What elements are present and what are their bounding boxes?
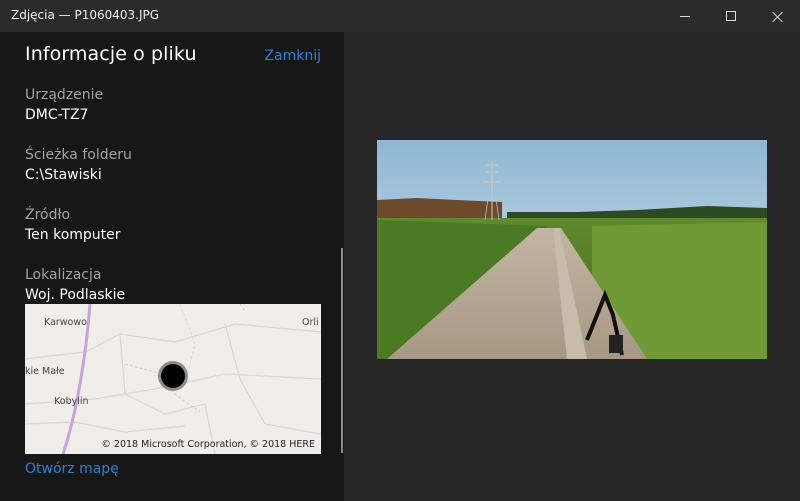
map-place-label: Karwowo xyxy=(44,317,87,328)
field-location: Lokalizacja Woj. Podlaskie xyxy=(25,265,125,305)
panel-header: Informacje o pliku Zamknij xyxy=(25,43,321,65)
field-label: Lokalizacja xyxy=(25,267,102,283)
file-info-panel: Informacje o pliku Zamknij Urządzenie DM… xyxy=(0,32,344,501)
window-title: Zdjęcia — P1060403.JPG xyxy=(11,8,160,22)
panel-scrollbar[interactable] xyxy=(341,248,343,453)
close-panel-link[interactable]: Zamknij xyxy=(264,48,321,64)
photo-viewer xyxy=(344,32,800,501)
field-value: Woj. Podlaskie xyxy=(25,287,126,303)
field-device: Urządzenie DMC-TZ7 xyxy=(25,85,103,125)
title-bar: Zdjęcia — P1060403.JPG xyxy=(0,0,800,32)
field-label: Źródło xyxy=(25,207,71,223)
maximize-button[interactable] xyxy=(708,0,754,32)
field-source: Źródło Ten komputer xyxy=(25,205,121,245)
maximize-icon xyxy=(726,11,736,21)
close-window-button[interactable] xyxy=(754,0,800,32)
field-value: DMC-TZ7 xyxy=(25,107,89,123)
location-pin-icon xyxy=(158,361,188,391)
field-folder-path: Ścieżka folderu C:\Stawiski xyxy=(25,145,132,185)
map-copyright: © 2018 Microsoft Corporation, © 2018 HER… xyxy=(100,439,316,450)
field-value: Ten komputer xyxy=(25,227,121,243)
close-icon xyxy=(772,11,783,22)
photo-image xyxy=(377,140,767,359)
field-label: Urządzenie xyxy=(25,87,104,103)
map-place-label: Orli xyxy=(302,317,319,328)
open-map-link[interactable]: Otwórz mapę xyxy=(25,461,119,477)
map-place-label: Kobylin xyxy=(54,396,89,407)
minimize-icon xyxy=(680,15,690,17)
field-value: C:\Stawiski xyxy=(25,167,102,183)
map-place-label: kie Małe xyxy=(25,366,65,377)
minimize-button[interactable] xyxy=(662,0,708,32)
photo-landscape xyxy=(377,140,767,359)
location-map[interactable]: Karwowo Orli kie Małe Kobylin © 2018 Mic… xyxy=(25,304,321,454)
field-label: Ścieżka folderu xyxy=(25,147,132,163)
